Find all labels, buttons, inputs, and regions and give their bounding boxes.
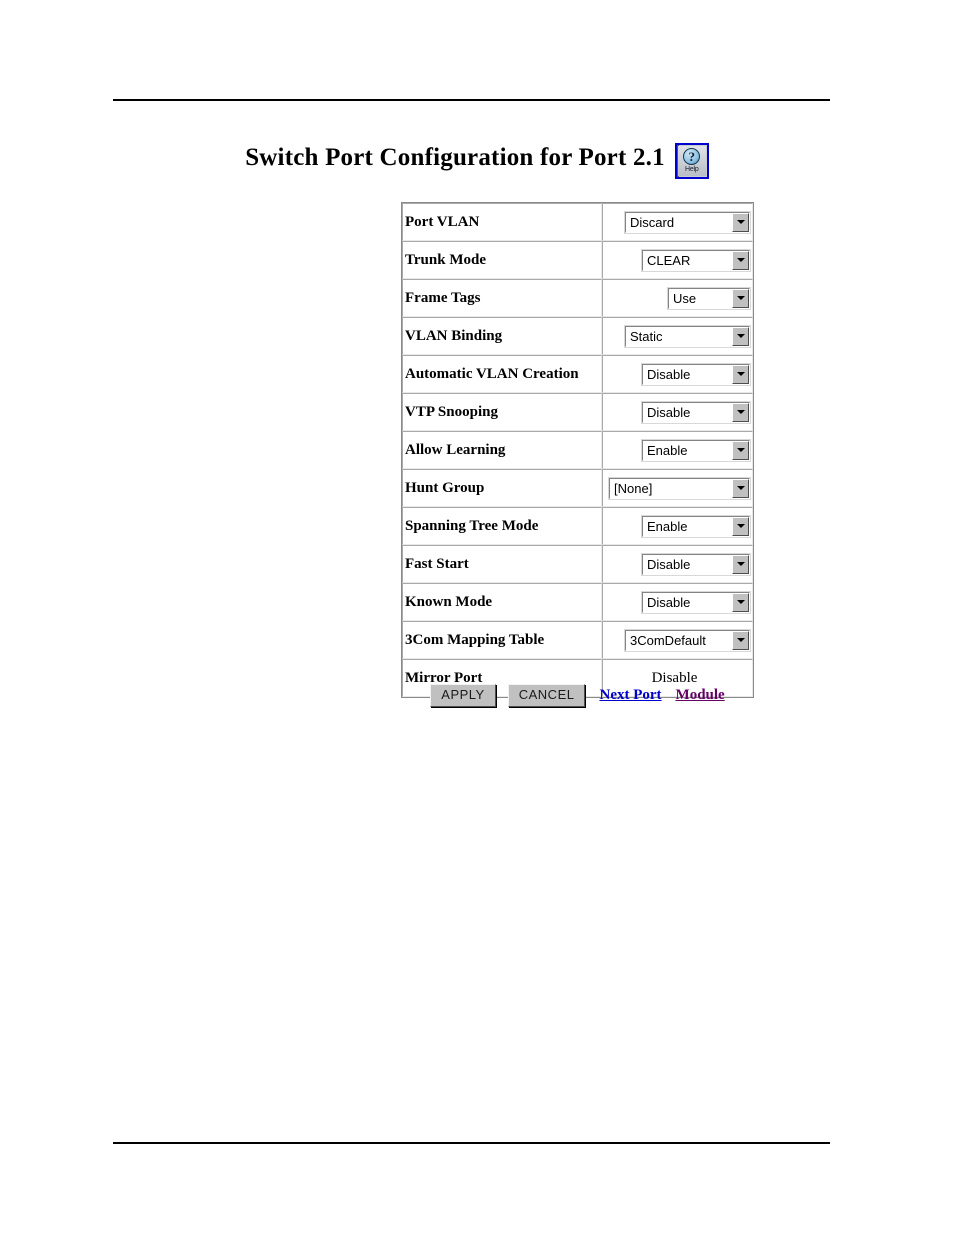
help-button[interactable]: ? Help	[674, 143, 709, 179]
setting-label: Allow Learning	[402, 431, 602, 469]
table-row: Automatic VLAN Creation Disable	[402, 355, 753, 393]
port-configuration-table: Port VLAN Discard Trunk Mode CLEAR Frame Tag…	[401, 202, 754, 698]
setting-value-cell: Disable	[602, 545, 753, 583]
setting-value-cell: Disable	[602, 393, 753, 431]
chevron-down-icon[interactable]	[732, 554, 749, 574]
table-row: Hunt Group [None]	[402, 469, 753, 507]
dropdown-selected-value: Enable	[647, 442, 688, 458]
setting-dropdown[interactable]: Disable	[642, 553, 750, 575]
setting-label: Automatic VLAN Creation	[402, 355, 602, 393]
cancel-button[interactable]: CANCEL	[507, 684, 586, 707]
chevron-down-icon[interactable]	[732, 440, 749, 460]
chevron-down-icon[interactable]	[732, 326, 749, 346]
setting-label: 3Com Mapping Table	[402, 621, 602, 659]
chevron-down-icon[interactable]	[732, 212, 749, 232]
dropdown-selected-value: Static	[630, 328, 663, 344]
setting-value-cell: 3ComDefault	[602, 621, 753, 659]
setting-value-cell: Enable	[602, 431, 753, 469]
table-row: Frame Tags Use	[402, 279, 753, 317]
setting-label: Spanning Tree Mode	[402, 507, 602, 545]
setting-value-cell: Enable	[602, 507, 753, 545]
dropdown-selected-value: 3ComDefault	[630, 632, 706, 648]
dropdown-selected-value: [None]	[614, 480, 653, 496]
table-row: VTP Snooping Disable	[402, 393, 753, 431]
setting-dropdown[interactable]: Static	[625, 325, 750, 347]
title-row: Switch Port Configuration for Port 2.1 ?…	[0, 143, 954, 179]
chevron-down-icon[interactable]	[732, 630, 749, 650]
document-page: Switch Port Configuration for Port 2.1 ?…	[0, 0, 954, 1235]
setting-dropdown[interactable]: Discard	[625, 211, 750, 233]
setting-label: VTP Snooping	[402, 393, 602, 431]
table-row: Spanning Tree Mode Enable	[402, 507, 753, 545]
dropdown-selected-value: CLEAR	[647, 252, 691, 268]
setting-label: Hunt Group	[402, 469, 602, 507]
dropdown-selected-value: Disable	[647, 366, 691, 382]
table-row: VLAN Binding Static	[402, 317, 753, 355]
header-rule	[113, 99, 830, 101]
page-title: Switch Port Configuration for Port 2.1	[245, 144, 665, 171]
setting-value-cell: Use	[602, 279, 753, 317]
action-bar: APPLY CANCEL Next Port Module	[401, 684, 754, 707]
setting-dropdown[interactable]: Enable	[642, 439, 750, 461]
chevron-down-icon[interactable]	[732, 592, 749, 612]
dropdown-selected-value: Disable	[647, 556, 691, 572]
dropdown-selected-value: Enable	[647, 518, 688, 534]
setting-value-cell: Static	[602, 317, 753, 355]
setting-label: Port VLAN	[402, 203, 602, 241]
table-row: Trunk Mode CLEAR	[402, 241, 753, 279]
help-button-face: ? Help	[677, 146, 706, 176]
table-row: 3Com Mapping Table 3ComDefault	[402, 621, 753, 659]
setting-label: Frame Tags	[402, 279, 602, 317]
setting-dropdown[interactable]: Use	[668, 287, 750, 309]
setting-dropdown[interactable]: Disable	[642, 401, 750, 423]
module-link[interactable]: Module	[676, 687, 725, 704]
setting-value-cell: CLEAR	[602, 241, 753, 279]
setting-dropdown[interactable]: Disable	[642, 363, 750, 385]
setting-value-cell: Discard	[602, 203, 753, 241]
dropdown-selected-value: Discard	[630, 214, 675, 230]
chevron-down-icon[interactable]	[732, 288, 749, 308]
dropdown-selected-value: Disable	[647, 404, 691, 420]
setting-label: Fast Start	[402, 545, 602, 583]
footer-rule	[113, 1142, 830, 1144]
table-row: Fast Start Disable	[402, 545, 753, 583]
chevron-down-icon[interactable]	[732, 478, 749, 498]
chevron-down-icon[interactable]	[732, 364, 749, 384]
chevron-down-icon[interactable]	[732, 516, 749, 536]
setting-label: Trunk Mode	[402, 241, 602, 279]
chevron-down-icon[interactable]	[732, 250, 749, 270]
help-button-label: Help	[684, 166, 699, 173]
question-mark-icon: ?	[683, 148, 701, 165]
setting-dropdown[interactable]: 3ComDefault	[625, 629, 750, 651]
setting-value-cell: Disable	[602, 583, 753, 621]
table-row: Allow Learning Enable	[402, 431, 753, 469]
setting-value-cell: [None]	[602, 469, 753, 507]
apply-button[interactable]: APPLY	[430, 684, 496, 707]
dropdown-selected-value: Use	[673, 290, 697, 306]
setting-dropdown[interactable]: Disable	[642, 591, 750, 613]
setting-value-cell: Disable	[602, 355, 753, 393]
dropdown-selected-value: Disable	[647, 594, 691, 610]
setting-label: VLAN Binding	[402, 317, 602, 355]
setting-dropdown[interactable]: [None]	[609, 477, 750, 499]
table-row: Known Mode Disable	[402, 583, 753, 621]
setting-dropdown[interactable]: CLEAR	[642, 249, 750, 271]
table-row: Port VLAN Discard	[402, 203, 753, 241]
next-port-link[interactable]: Next Port	[599, 687, 661, 704]
chevron-down-icon[interactable]	[732, 402, 749, 422]
setting-dropdown[interactable]: Enable	[642, 515, 750, 537]
setting-label: Known Mode	[402, 583, 602, 621]
